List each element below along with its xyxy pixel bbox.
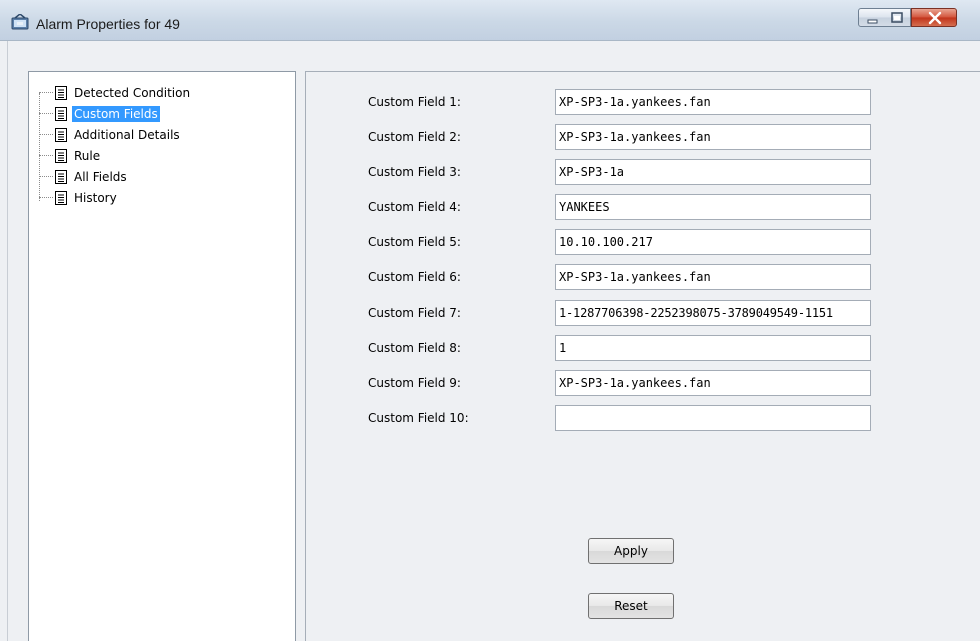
- custom-field-8-input[interactable]: [555, 335, 871, 361]
- custom-field-9-label: Custom Field 9:: [368, 376, 461, 390]
- custom-field-1-input[interactable]: [555, 89, 871, 115]
- window-title: Alarm Properties for 49: [36, 16, 180, 32]
- tree-item-label: Additional Details: [74, 128, 180, 142]
- close-button[interactable]: [911, 8, 957, 27]
- custom-field-7-label: Custom Field 7:: [368, 306, 461, 320]
- maximize-icon: [891, 12, 903, 23]
- tree-item-custom-fields[interactable]: Custom Fields: [39, 105, 160, 123]
- custom-field-1-label: Custom Field 1:: [368, 95, 461, 109]
- custom-field-6-input[interactable]: [555, 264, 871, 290]
- custom-field-6-label: Custom Field 6:: [368, 270, 461, 284]
- document-icon: [55, 149, 67, 163]
- custom-field-2-input[interactable]: [555, 124, 871, 150]
- document-icon: [55, 191, 67, 205]
- maximize-button[interactable]: [884, 8, 911, 27]
- document-icon: [55, 128, 67, 142]
- custom-field-10-label: Custom Field 10:: [368, 411, 469, 425]
- custom-field-9-input[interactable]: [555, 370, 871, 396]
- custom-field-4-input[interactable]: [555, 194, 871, 220]
- custom-field-4-label: Custom Field 4:: [368, 200, 461, 214]
- apply-button[interactable]: Apply: [588, 538, 674, 564]
- window-edge: [7, 41, 8, 641]
- document-icon: [55, 107, 67, 121]
- tree-item-label: Custom Fields: [72, 106, 160, 122]
- custom-field-8-label: Custom Field 8:: [368, 341, 461, 355]
- tree-item-all-fields[interactable]: All Fields: [39, 168, 129, 186]
- title-bar: Alarm Properties for 49: [0, 0, 980, 41]
- tree-item-label: All Fields: [74, 170, 127, 184]
- custom-field-7-input[interactable]: [555, 300, 871, 326]
- custom-field-5-input[interactable]: [555, 229, 871, 255]
- tree-item-detected-condition[interactable]: Detected Condition: [39, 84, 192, 102]
- tree-item-history[interactable]: History: [39, 189, 119, 207]
- tree-item-additional-details[interactable]: Additional Details: [39, 126, 182, 144]
- minimize-icon: [867, 19, 878, 24]
- tree-item-label: History: [74, 191, 117, 205]
- document-icon: [55, 170, 67, 184]
- custom-field-3-input[interactable]: [555, 159, 871, 185]
- dialog-content: Detected Condition Custom Fields Additio…: [0, 41, 980, 641]
- custom-fields-panel: Custom Field 1: Custom Field 2: Custom F…: [305, 71, 980, 641]
- tree-panel: Detected Condition Custom Fields Additio…: [28, 71, 296, 641]
- tree-item-label: Rule: [74, 149, 101, 163]
- tree-item-label: Detected Condition: [74, 86, 191, 100]
- close-icon: [928, 11, 942, 25]
- custom-field-5-label: Custom Field 5:: [368, 235, 461, 249]
- alarm-app-icon: [11, 13, 29, 30]
- custom-field-10-input[interactable]: [555, 405, 871, 431]
- custom-field-3-label: Custom Field 3:: [368, 165, 461, 179]
- reset-button[interactable]: Reset: [588, 593, 674, 619]
- minimize-button[interactable]: [858, 8, 885, 27]
- tree-item-rule[interactable]: Rule: [39, 147, 102, 165]
- custom-field-2-label: Custom Field 2:: [368, 130, 461, 144]
- document-icon: [55, 86, 67, 100]
